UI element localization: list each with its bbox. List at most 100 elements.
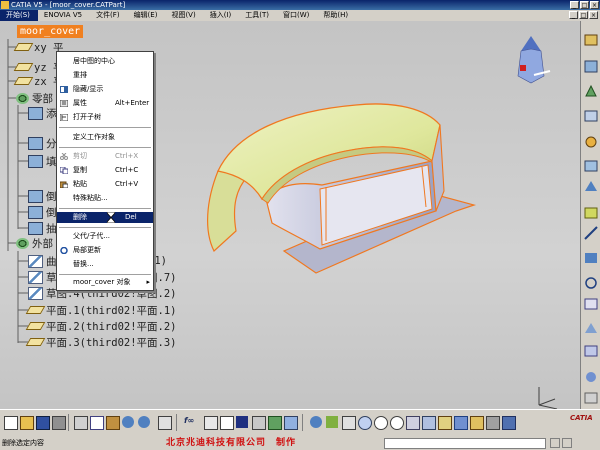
command-input[interactable] xyxy=(384,438,546,449)
compass-icon[interactable] xyxy=(506,31,556,91)
status-message: 删除选定内容 xyxy=(2,439,44,447)
plane-icon xyxy=(25,322,46,330)
new-file-icon[interactable] xyxy=(4,416,18,430)
command-stop-button[interactable] xyxy=(550,438,560,448)
doc-minimize-button[interactable]: _ xyxy=(569,11,578,19)
maximize-button[interactable]: □ xyxy=(580,1,589,9)
menu-item-define-work-object[interactable]: 定义工作对象 xyxy=(57,132,153,143)
tree-node-label: 外部 xyxy=(32,237,53,250)
tree-node-plane-3[interactable]: 平面.3(third02!平面.3) xyxy=(25,335,177,349)
pan-icon[interactable] xyxy=(342,416,356,430)
menu-item-center-graph[interactable]: 居中图的中心 xyxy=(57,56,153,67)
menu-item-paste[interactable]: 粘贴 Ctrl+V xyxy=(57,179,153,190)
box-icon xyxy=(28,106,43,120)
menu-start[interactable]: 开始(S) xyxy=(0,10,38,21)
tree-node-label: 分 xyxy=(46,137,57,150)
help-icon[interactable] xyxy=(158,416,172,430)
menu-item-label: 特殊粘贴... xyxy=(73,194,108,202)
grid-icon[interactable] xyxy=(236,416,248,428)
menu-item-cut[interactable]: 剪切 Ctrl+X xyxy=(57,151,153,162)
hide-show-icon[interactable] xyxy=(454,416,468,430)
material-icon[interactable] xyxy=(486,416,500,430)
menu-item-label: 居中图的中心 xyxy=(73,57,115,65)
cut-icon[interactable] xyxy=(74,416,88,430)
minimize-button[interactable]: _ xyxy=(570,1,579,9)
tree-node-external[interactable]: 外部 xyxy=(16,236,53,250)
rotate-icon[interactable] xyxy=(358,416,372,430)
tree-node-plane-2[interactable]: 平面.2(third02!平面.2) xyxy=(25,319,177,333)
menu-enovia[interactable]: ENOVIA V5 xyxy=(38,10,90,21)
tree-node-feature[interactable]: 添 xyxy=(28,106,57,120)
doc-close-button[interactable]: × xyxy=(589,11,598,19)
normal-view-icon[interactable] xyxy=(406,416,420,430)
tree-node-feature[interactable]: 倒 xyxy=(28,189,57,203)
box-icon xyxy=(28,205,43,219)
measure-icon[interactable] xyxy=(204,416,218,430)
formula-icon[interactable]: f∞ xyxy=(184,416,194,425)
tree-node-label: 平面.1(third02!平面.1) xyxy=(46,304,177,317)
shading-icon[interactable] xyxy=(438,416,452,430)
menu-item-reorder[interactable]: 重排 xyxy=(57,70,153,81)
tree-node-plane-1[interactable]: 平面.1(third02!平面.1) xyxy=(25,303,177,317)
menu-item-replace[interactable]: 替换... xyxy=(57,259,153,270)
update-icon xyxy=(60,247,68,254)
tree-node-feature[interactable]: 分 xyxy=(28,136,57,150)
zoom-in-icon[interactable] xyxy=(374,416,388,430)
menu-item-copy[interactable]: 复制 Ctrl+C xyxy=(57,165,153,176)
menu-item-delete[interactable]: 删除 Del xyxy=(57,212,153,223)
menu-item-shortcut: Ctrl+V xyxy=(115,180,139,188)
menu-item-local-update[interactable]: 局部更新 xyxy=(57,245,153,256)
tree-node-part-body[interactable]: 零部 xyxy=(16,91,53,105)
tree-node-label: 填 xyxy=(46,155,57,168)
menu-item-hide-show[interactable]: 隐藏/显示 xyxy=(57,84,153,95)
command-clear-button[interactable] xyxy=(562,438,572,448)
menu-tools[interactable]: 工具(T) xyxy=(239,10,277,21)
menu-item-paste-special[interactable]: 特殊粘贴... xyxy=(57,193,153,204)
tree-node-feature[interactable]: 填 xyxy=(28,154,57,168)
menu-view[interactable]: 视图(V) xyxy=(165,10,203,21)
close-button[interactable]: × xyxy=(590,1,599,9)
iso-view-icon[interactable] xyxy=(422,416,436,430)
axis-icon[interactable] xyxy=(268,416,282,430)
3d-model-moor-cover[interactable] xyxy=(196,81,486,281)
doc-maximize-button[interactable]: □ xyxy=(579,11,588,19)
menu-item-parents-children[interactable]: 父代/子代... xyxy=(57,231,153,242)
scissors-icon xyxy=(60,153,68,160)
print-icon[interactable] xyxy=(52,416,66,430)
fit-all-icon[interactable] xyxy=(326,416,338,428)
menu-file[interactable]: 文件(F) xyxy=(90,10,128,21)
view-icon[interactable] xyxy=(284,416,298,430)
tree-node-feature[interactable]: 抽 xyxy=(28,221,57,235)
box-icon xyxy=(28,154,43,168)
menu-help[interactable]: 帮助(H) xyxy=(317,10,356,21)
menu-edit[interactable]: 编辑(E) xyxy=(128,10,166,21)
menu-item-label: 粘贴 xyxy=(73,180,87,188)
tree-node-curve[interactable]: 曲 xyxy=(28,254,57,268)
menu-window[interactable]: 窗口(W) xyxy=(277,10,317,21)
comment-icon[interactable] xyxy=(220,416,234,430)
menu-item-open-subtree[interactable]: 打开子树 xyxy=(57,112,153,123)
zoom-out-icon[interactable] xyxy=(390,416,404,430)
menu-item-label: moor_cover 对象 xyxy=(73,278,131,286)
open-folder-icon[interactable] xyxy=(20,416,34,430)
context-menu: 居中图的中心 重排 隐藏/显示 属性 Alt+Enter 打开子树 定义工作对象 … xyxy=(56,51,154,291)
menu-item-label: 复制 xyxy=(73,166,87,174)
axis-triad-icon xyxy=(538,387,558,409)
redo-icon[interactable] xyxy=(138,416,150,428)
table-icon[interactable] xyxy=(252,416,266,430)
swap-space-icon[interactable] xyxy=(470,416,484,430)
menu-item-properties[interactable]: 属性 Alt+Enter xyxy=(57,98,153,109)
paste-icon[interactable] xyxy=(106,416,120,430)
tree-root-moor-cover[interactable]: moor_cover xyxy=(17,25,84,38)
multi-view-icon[interactable] xyxy=(502,416,516,430)
menu-item-object-submenu[interactable]: moor_cover 对象 ▸ xyxy=(57,277,153,288)
save-icon[interactable] xyxy=(36,416,50,430)
toolbar-separator xyxy=(302,414,303,431)
copy-icon[interactable] xyxy=(90,416,104,430)
menu-insert[interactable]: 插入(I) xyxy=(204,10,240,21)
tree-node-feature[interactable]: 倒 xyxy=(28,205,57,219)
3d-viewport[interactable]: moor_cover xy 平 yz 平 zx 平 零部 添 分 填 倒 倒 抽… xyxy=(0,21,580,409)
plane-icon xyxy=(25,306,46,314)
undo-icon[interactable] xyxy=(122,416,134,428)
fly-mode-icon[interactable] xyxy=(310,416,322,428)
